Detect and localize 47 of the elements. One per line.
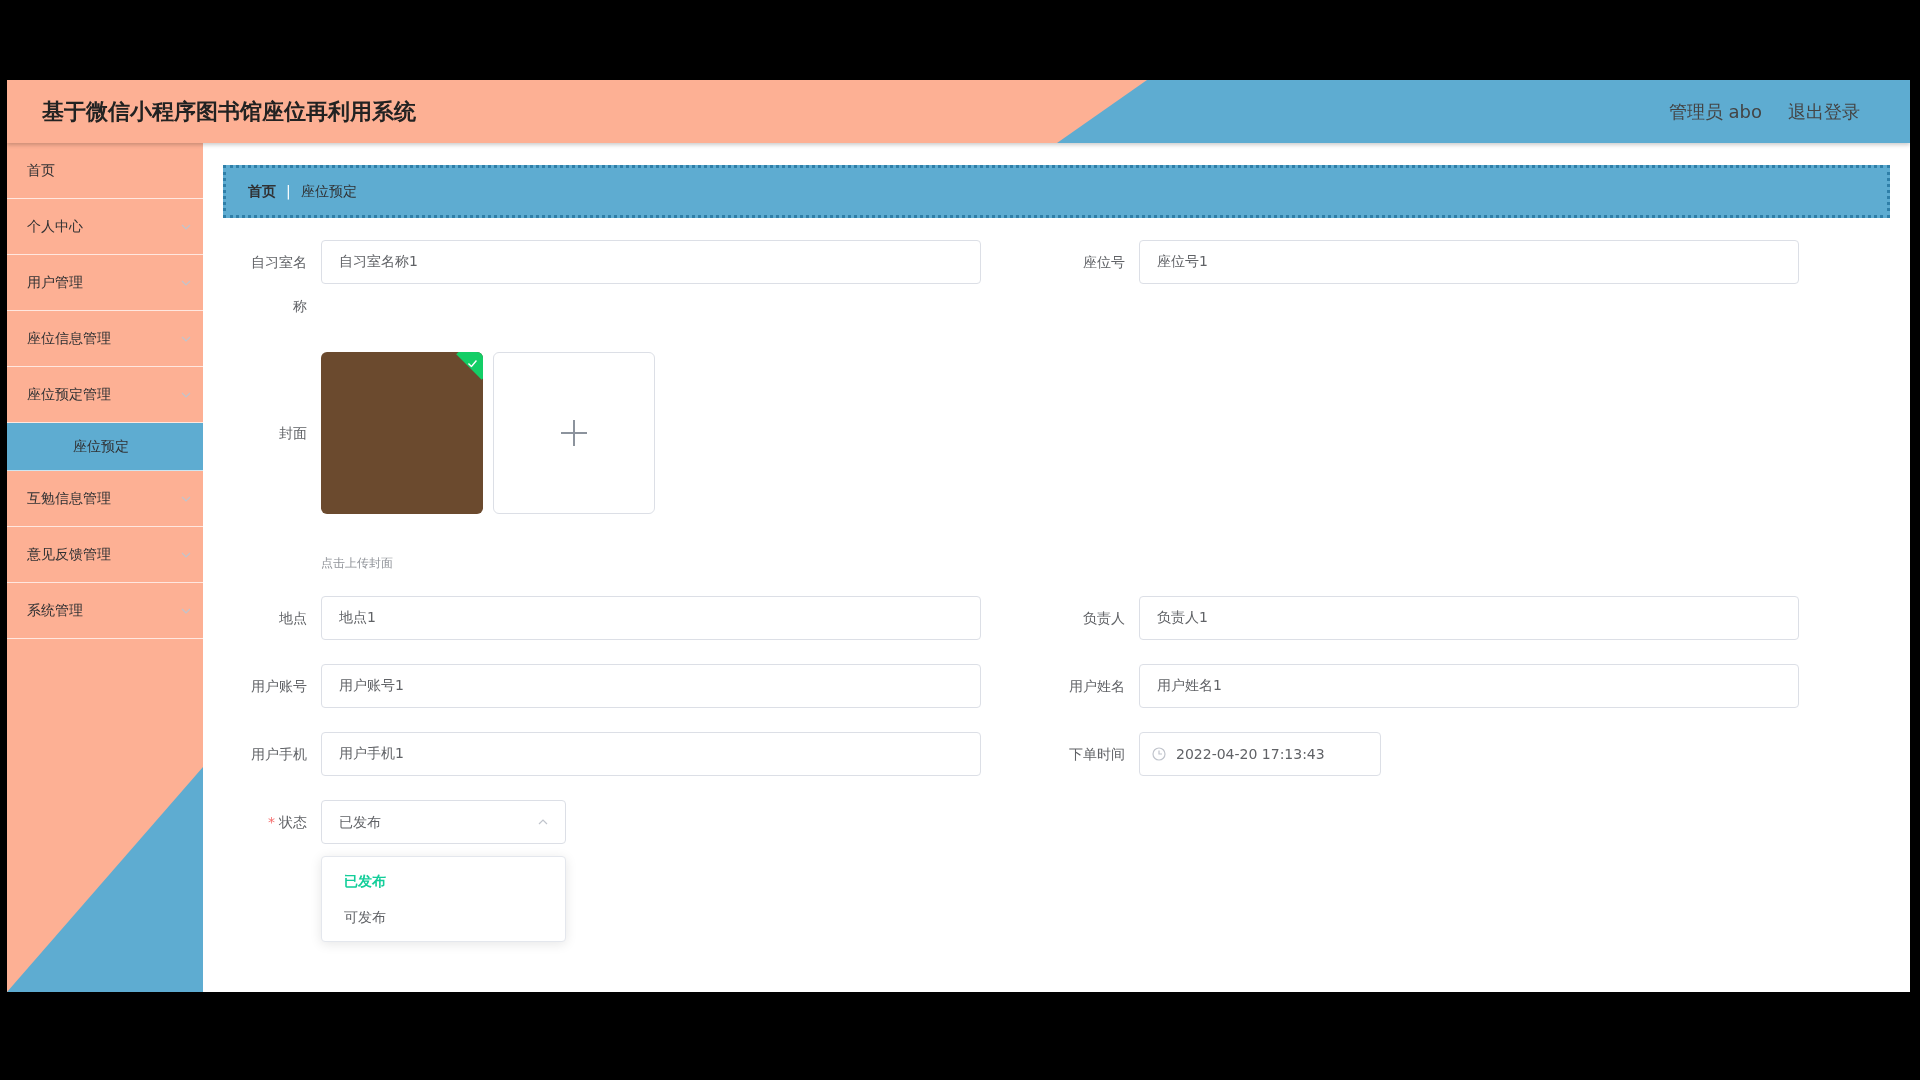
- clock-icon: [1152, 747, 1166, 761]
- upload-hint: 点击上传封面: [321, 556, 393, 570]
- text-field[interactable]: 自习室名称1: [321, 240, 981, 284]
- breadcrumb-link[interactable]: 座位预定: [300, 181, 357, 202]
- field-label: 用户手机: [251, 746, 307, 762]
- chevron-icon: [181, 551, 191, 558]
- sidebar-item[interactable]: 意见反馈管理: [7, 527, 203, 583]
- field-label: 下单时间: [1069, 746, 1125, 762]
- logout-link[interactable]: 退出登录: [1788, 98, 1860, 125]
- field-label: 用户账号: [251, 678, 307, 694]
- app-title: 基于微信小程序图书馆座位再利用系统: [42, 98, 416, 126]
- sidebar-item[interactable]: 系统管理: [7, 583, 203, 639]
- field-label: 座位号: [1083, 254, 1125, 270]
- plus-icon: [561, 420, 587, 446]
- breadcrumb-separator: |: [286, 182, 291, 202]
- field-label: 自习室名称: [251, 254, 307, 314]
- status-select[interactable]: 已发布: [321, 800, 566, 844]
- chevron-icon: [181, 335, 191, 342]
- text-field[interactable]: 地点1: [321, 596, 981, 640]
- chevron-icon: [181, 391, 191, 398]
- text-field[interactable]: 座位号1: [1139, 240, 1799, 284]
- upload-box[interactable]: [493, 352, 655, 514]
- chevron-icon: [181, 279, 191, 286]
- sidebar-item[interactable]: 个人中心: [7, 199, 203, 255]
- chevron-icon: [181, 223, 191, 230]
- breadcrumb-link[interactable]: 首页: [248, 181, 276, 202]
- field-label: 封面: [279, 425, 307, 441]
- chevron-icon: [181, 607, 191, 614]
- text-field[interactable]: 用户账号1: [321, 664, 981, 708]
- field-label: 用户姓名: [1069, 678, 1125, 694]
- dropdown-option[interactable]: 可发布: [322, 899, 565, 935]
- check-icon: [467, 359, 478, 368]
- sidebar-item[interactable]: 首页: [7, 143, 203, 199]
- sidebar-item[interactable]: 用户管理: [7, 255, 203, 311]
- chevron-icon: [181, 495, 191, 502]
- text-field[interactable]: 用户姓名1: [1139, 664, 1799, 708]
- field-label: 负责人: [1083, 610, 1125, 626]
- text-field[interactable]: 负责人1: [1139, 596, 1799, 640]
- sidebar-item[interactable]: 互勉信息管理: [7, 471, 203, 527]
- text-field[interactable]: 用户手机1: [321, 732, 981, 776]
- user-name: 管理员 abo: [1668, 100, 1762, 124]
- field-label: * 状态: [268, 814, 307, 830]
- sidebar-subitem[interactable]: 座位预定: [7, 423, 203, 471]
- chevron-icon: [538, 819, 548, 825]
- sidebar-item[interactable]: 座位信息管理: [7, 311, 203, 367]
- datetime-field[interactable]: 2022-04-20 17:13:43: [1139, 732, 1381, 776]
- field-label: 地点: [279, 610, 307, 626]
